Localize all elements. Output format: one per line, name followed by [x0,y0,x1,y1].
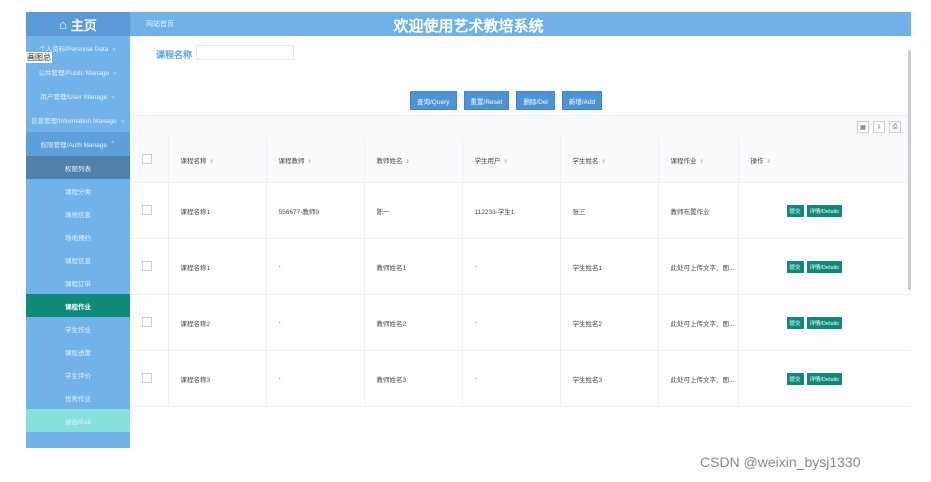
homework-table: 课程名称 ⇕ 课程教师 ⇕ 教师姓名 ⇕ 学生用户 ⇕ 学生姓名 ⇕ 课程作业 ⇕ 操作 ⇕ … [130,137,911,407]
table-header-row: 课程名称 ⇕ 课程教师 ⇕ 教师姓名 ⇕ 学生用户 ⇕ 学生姓名 ⇕ 课程作业 ⇕ 操作 ⇕ [130,137,911,183]
header-course-name[interactable]: 课程名称 ⇕ [168,137,267,183]
system-title: 欢迎使用艺术教培系统 [393,18,544,35]
cell-teacher-name: 教师姓名2 [364,294,463,351]
sidebar-item-course-progress[interactable]: 课程进度 [26,340,130,363]
cell-course-teacher: - [266,238,365,295]
export-icon[interactable]: ⇩ [873,121,885,133]
menu-group-user[interactable]: 用户管理/User Manage ⌄ [26,84,130,108]
details-button[interactable]: 详情/Details [806,372,842,385]
sort-icon: ⇕ [307,158,312,165]
action-buttons: 查询/Query 重置/Reset 删除/Del 新增/Add [410,91,603,110]
table-row: 课程名称1 556677-教师9 陈一 112233-学生1 张三 教师布置作业… [130,182,911,239]
sidebar-item-course-category[interactable]: 课程分类 [26,179,130,202]
cell-course-name: 课程名称1 [168,238,267,295]
cell-student-user: - [462,350,561,407]
query-button[interactable]: 查询/Query [410,91,457,110]
header-course-homework[interactable]: 课程作业 ⇕ [658,137,739,183]
cell-student-name: 张三 [560,182,659,239]
cell-student-name: 学生姓名1 [560,238,659,295]
app-window: ⌂ 主页 网站首页 欢迎使用艺术教培系统 个人资料/Personal Data ⌄… [26,12,911,448]
cell-course-name: 课程名称1 [168,182,267,239]
sidebar-item-course-order[interactable]: 课程订单 [26,271,130,294]
search-label: 课程名称 [156,50,193,60]
menu-group-public[interactable]: 公共管理/Public Manage ⌄ [26,60,130,84]
submit-button[interactable]: 提交 [786,260,804,273]
sidebar-item-student-review[interactable]: 学生评价 [26,363,130,386]
top-bar: ⌂ 主页 网站首页 欢迎使用艺术教培系统 [26,12,911,36]
sort-icon: ⇕ [699,158,704,165]
cell-course-homework: 此处可上传文字、图... [658,238,739,295]
submit-button[interactable]: 提交 [786,316,804,329]
table-row: 课程名称2 - 教师姓名2 - 学生姓名2 此处可上传文字、图... 提交 详情/… [130,294,911,351]
chevron-up-icon: ⌃ [110,141,116,148]
sort-icon: ⇕ [503,158,508,165]
chevron-down-icon: ⌄ [112,69,118,76]
header-student-name[interactable]: 学生姓名 ⇕ [560,137,659,183]
select-all-checkbox[interactable] [142,153,152,164]
details-button[interactable]: 详情/Details [806,316,842,329]
table-row: 课程名称3 - 教师姓名3 - 学生姓名3 此处可上传文字、图... 提交 详情/… [130,350,911,407]
table-toolbar: ▦ ⇩ ⎙ [130,115,911,138]
header-student-user[interactable]: 学生用户 ⇕ [462,137,561,183]
cell-teacher-name: 教师姓名3 [364,350,463,407]
menu-group-auth[interactable]: 权限管理/Auth Manage ⌃ [26,132,130,156]
cell-student-user: 112233-学生1 [462,182,561,239]
delete-button[interactable]: 删除/Del [516,91,555,110]
cell-teacher-name: 陈一 [364,182,463,239]
table-row: 课程名称1 - 教师姓名1 - 学生姓名1 此处可上传文字、图... 提交 详情/… [130,238,911,295]
cell-course-homework: 教师布置作业 [658,182,739,239]
chevron-down-icon: ⌄ [119,117,126,124]
add-button[interactable]: 新增/Add [561,91,603,110]
sort-icon: ⇕ [766,158,771,165]
row-checkbox[interactable] [142,316,152,327]
row-checkbox[interactable] [142,260,152,271]
sidebar: 个人资料/Personal Data ⌄ 公共管理/Public Manage ⌄ … [26,36,130,448]
header-teacher-name[interactable]: 教师姓名 ⇕ [364,137,463,183]
chevron-down-icon: ⌄ [110,93,116,100]
vertical-scrollbar[interactable] [908,50,911,290]
sidebar-item-venue-info[interactable]: 场地信息 [26,202,130,225]
row-checkbox[interactable] [142,372,152,383]
print-icon[interactable]: ⎙ [889,121,901,133]
cell-teacher-name: 教师姓名1 [364,238,463,295]
cell-student-name: 学生姓名2 [560,294,659,351]
sidebar-item-exit[interactable]: 退出/Exit [26,409,130,432]
sort-icon: ⇕ [209,158,214,165]
sidebar-item-course-info[interactable]: 课程信息 [26,248,130,271]
cell-student-user: - [462,294,561,351]
sort-icon: ⇕ [405,158,410,165]
columns-icon[interactable]: ▦ [857,121,869,133]
cell-course-teacher: - [266,350,365,407]
row-checkbox[interactable] [142,204,152,215]
cell-course-name: 课程名称2 [168,294,267,351]
cell-course-homework: 此处可上传文字、图... [658,350,739,407]
sidebar-item-course-homework[interactable]: 课程作业 [26,294,130,317]
header-course-teacher[interactable]: 课程教师 ⇕ [266,137,365,183]
chevron-down-icon: ⌄ [111,45,117,52]
overlay-text: 画图总 [26,52,52,63]
cell-course-teacher: 556677-教师9 [266,182,365,239]
cell-student-user: - [462,238,561,295]
course-name-input[interactable] [196,45,294,60]
details-button[interactable]: 详情/Details [806,204,842,217]
cell-course-homework: 此处可上传文字、图... [658,294,739,351]
sidebar-item-auth-list[interactable]: 权限列表 [26,156,130,179]
reset-button[interactable]: 重置/Reset [463,91,510,110]
sidebar-item-excellent-homework[interactable]: 优秀作业 [26,386,130,409]
header-operation[interactable]: 操作 ⇕ [738,137,911,183]
sidebar-item-venue-booking[interactable]: 场地预约 [26,225,130,248]
submit-button[interactable]: 提交 [786,372,804,385]
submit-button[interactable]: 提交 [786,204,804,217]
watermark: CSDN @weixin_bysj1330 [700,454,861,470]
sidebar-item-student-homework[interactable]: 学生作业 [26,317,130,340]
sort-icon: ⇕ [601,158,606,165]
menu-group-information[interactable]: 信息管理/Information Manage ⌄ [26,108,130,132]
main-content: 课程名称 查询/Query 重置/Reset 删除/Del 新增/Add ▦ ⇩… [130,36,911,448]
cell-student-name: 学生姓名3 [560,350,659,407]
cell-course-name: 课程名称3 [168,350,267,407]
details-button[interactable]: 详情/Details [806,260,842,273]
cell-course-teacher: - [266,294,365,351]
